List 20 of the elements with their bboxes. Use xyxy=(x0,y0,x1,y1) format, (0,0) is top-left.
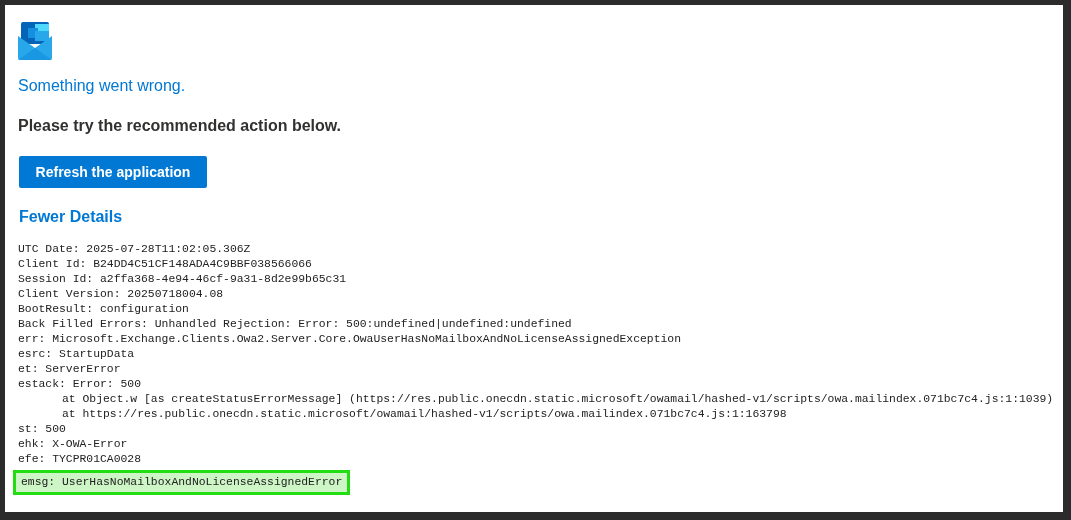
instruction-text: Please try the recommended action below. xyxy=(18,116,342,136)
detail-line: esrc: StartupData xyxy=(18,347,135,362)
mail-app-icon xyxy=(18,22,52,60)
detail-line: Client Id: B24DD4C51CF148ADA4C9BBF038566066 xyxy=(18,257,312,272)
detail-line: Back Filled Errors: Unhandled Rejection: Error: 500:undefined|undefined:undefined xyxy=(18,317,572,332)
detail-line: Client Version: 20250718004.08 xyxy=(18,287,224,302)
detail-line: ehk: X-OWA-Error xyxy=(18,437,128,452)
detail-line: at Object.w [as createStatusErrorMessage] (https://res.public.onecdn.static.microsoft/owamail/hashed-v1/scripts/owa.mailindex.071bc7c4.js:1:1039) xyxy=(61,392,1054,407)
detail-line: estack: Error: 500 xyxy=(18,377,142,392)
detail-line: BootResult: configuration xyxy=(18,302,189,317)
detail-line: et: ServerError xyxy=(18,362,121,377)
detail-line: err: Microsoft.Exchange.Clients.Owa2.Server.Core.OwaUserHasNoMailboxAndNoLicenseAssignedException xyxy=(18,332,682,347)
detail-line: at https://res.public.onecdn.static.microsoft/owamail/hashed-v1/scripts/owa.mailindex.071bc7c4.js:1:163798 xyxy=(61,407,787,422)
detail-line: Session Id: a2ffa368-4e94-46cf-9a31-8d2e99b65c31 xyxy=(18,272,347,287)
refresh-button[interactable]: Refresh the application xyxy=(19,156,207,188)
error-title: Something went wrong. xyxy=(18,76,186,96)
detail-line: efe: TYCPR01CA0028 xyxy=(18,452,142,467)
detail-line: st: 500 xyxy=(18,422,66,437)
detail-line: UTC Date: 2025-07-28T11:02:05.306Z xyxy=(18,242,251,257)
details-toggle-link[interactable]: Fewer Details xyxy=(19,207,123,227)
